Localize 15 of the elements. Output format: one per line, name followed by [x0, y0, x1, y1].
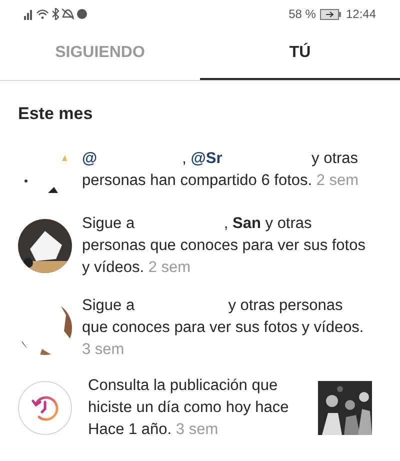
notification-text: @ , @Sr y otras personas han compartido 6 fotos. 2 sem — [82, 148, 360, 190]
memories-icon — [18, 380, 72, 434]
wifi-icon — [36, 8, 49, 20]
notification-text: Sigue a , San y otras personas que conoces para ver sus fotos y vídeos. 2 sem — [82, 214, 366, 278]
battery-percentage: 58 % — [288, 6, 316, 23]
signal-icon — [24, 8, 33, 20]
clock: 12:44 — [346, 6, 376, 23]
section-heading: Este mes — [17, 103, 94, 125]
bluetooth-icon — [52, 8, 59, 20]
circle-icon — [77, 9, 87, 19]
battery-icon — [320, 8, 342, 20]
notification-text: Consulta la publicación que hiciste un día como hoy hace Hace 1 año. 3 sem — [87, 376, 290, 440]
notification-text: Sigue a y otras personas que conoces para ver sus fotos y vídeos. 3 sem — [82, 296, 365, 360]
muted-bell-icon — [62, 8, 74, 20]
tab[interactable]: TÚ — [200, 28, 400, 80]
